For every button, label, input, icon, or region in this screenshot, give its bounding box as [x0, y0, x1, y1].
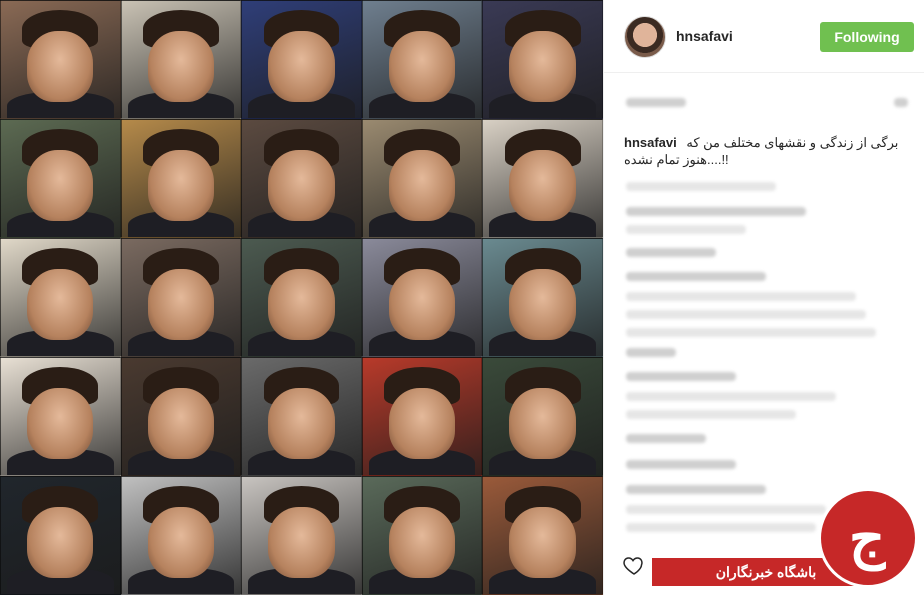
blurred-line [626, 372, 736, 381]
watermark-circle: ج [818, 488, 918, 588]
blurred-line [626, 328, 876, 337]
collage-portrait [120, 476, 242, 595]
portrait-face [268, 150, 335, 221]
post-caption: hnsafavi برگی از زندگی و نقشهای مختلف من… [624, 134, 904, 168]
portrait-face [147, 150, 215, 221]
portrait-face [388, 150, 456, 221]
heart-icon[interactable] [622, 553, 646, 577]
portrait-face [268, 507, 335, 578]
blurred-line [626, 410, 796, 419]
collage-portrait [482, 119, 603, 238]
portrait-face [147, 31, 215, 102]
watermark-glyph: ج [849, 505, 886, 571]
portrait-face [147, 507, 215, 578]
collage-portrait [361, 119, 483, 238]
portrait-face [27, 388, 94, 459]
portrait-face [509, 507, 576, 578]
portrait-face [509, 31, 576, 102]
caption-author[interactable]: hnsafavi [624, 135, 677, 150]
watermark-logo: باشگاه خبرنگاران ج [650, 488, 924, 595]
collage-portrait [241, 357, 362, 476]
collage-portrait [482, 238, 603, 357]
timestamp-blurred [894, 98, 908, 107]
collage-portrait [0, 357, 121, 476]
portrait-face [27, 269, 94, 340]
collage-portrait [0, 238, 121, 357]
collage-portrait [120, 357, 242, 476]
blurred-line [626, 207, 806, 216]
collage-portrait [120, 119, 242, 238]
collage-portrait [361, 0, 483, 119]
portrait-face [509, 388, 576, 459]
blurred-line [626, 292, 856, 301]
blurred-line [626, 248, 716, 257]
portrait-face [388, 507, 456, 578]
portrait-face [268, 388, 335, 459]
portrait-face [268, 31, 335, 102]
collage-portrait [241, 476, 362, 595]
collage-portrait [361, 476, 483, 595]
collage-portrait [120, 0, 242, 119]
following-button[interactable]: Following [820, 22, 914, 52]
collage-portrait [482, 357, 603, 476]
portrait-collage [0, 0, 603, 595]
collage-portrait [0, 0, 121, 119]
post-photo[interactable] [0, 0, 603, 595]
collage-portrait [241, 238, 362, 357]
portrait-face [388, 269, 456, 340]
blurred-line [626, 460, 736, 469]
blurred-line [626, 182, 776, 191]
portrait-face [268, 269, 335, 340]
blurred-line [626, 392, 836, 401]
username-link[interactable]: hnsafavi [676, 28, 733, 44]
portrait-face [27, 150, 94, 221]
avatar[interactable] [624, 16, 666, 58]
blurred-line [626, 225, 746, 234]
blurred-line [626, 434, 706, 443]
portrait-face [388, 31, 456, 102]
collage-portrait [0, 476, 121, 595]
portrait-face [27, 507, 94, 578]
collage-portrait [482, 0, 603, 119]
collage-portrait [361, 238, 483, 357]
portrait-face [388, 388, 456, 459]
portrait-face [27, 31, 94, 102]
collage-portrait [241, 0, 362, 119]
collage-portrait [0, 119, 121, 238]
collage-portrait [482, 476, 603, 595]
collage-portrait [241, 119, 362, 238]
collage-portrait [120, 238, 242, 357]
collage-portrait [361, 357, 483, 476]
portrait-face [509, 269, 576, 340]
blurred-line [626, 348, 676, 357]
portrait-face [147, 269, 215, 340]
portrait-face [509, 150, 576, 221]
post-header: hnsafavi Following [604, 0, 924, 73]
portrait-face [147, 388, 215, 459]
blurred-line [626, 272, 766, 281]
likes-count-blurred [626, 98, 686, 107]
blurred-line [626, 310, 866, 319]
